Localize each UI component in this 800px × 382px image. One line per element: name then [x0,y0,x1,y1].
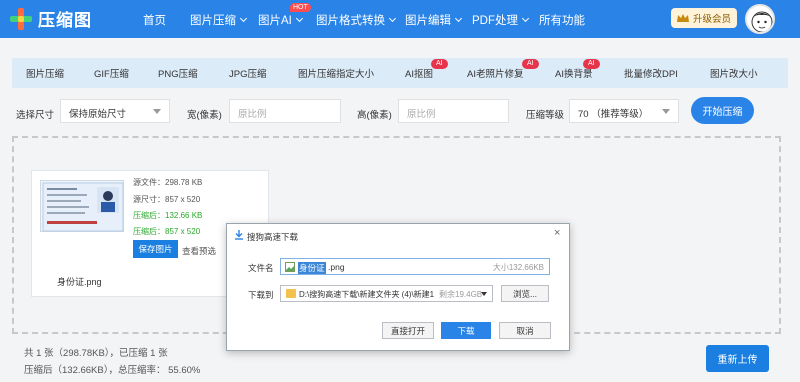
width-label: 宽(像素) [187,110,222,121]
filename-field[interactable]: 身份证 .png 大小132.66KB [280,258,550,275]
height-label: 高(像素) [357,110,392,121]
saveto-label: 下载到 [248,290,274,300]
width-input[interactable]: 原比例 [229,99,341,123]
compressed-file-size: 压缩后：132.66 KB [133,211,203,220]
brand-name: 压缩图 [38,11,92,30]
size-label: 选择尺寸 [16,110,55,121]
download-icon [235,230,243,240]
dialog-title: 搜狗高速下载 [247,232,299,242]
tab-batch-dpi[interactable]: 批量修改DPI [624,66,678,80]
source-dimensions: 源尺寸：857 x 520 [133,195,201,204]
tab-resize-image[interactable]: 图片改大小 [710,66,758,80]
dropdown-arrow-icon [153,109,161,114]
dropdown-arrow-icon [662,109,670,114]
image-thumbnail[interactable] [40,180,124,232]
save-image-button[interactable]: 保存图片 [133,240,178,258]
compressed-dimensions: 压缩后：857 x 520 [133,227,201,236]
filename-extension: .png [328,262,345,272]
download-button[interactable]: 下载 [441,322,491,339]
avatar-face-icon [751,11,773,32]
chevron-down-icon [295,14,303,23]
nav-image-edit[interactable]: 图片编辑 [405,12,463,28]
reupload-button[interactable]: 重新上传 [706,345,769,372]
nav-image-compress[interactable]: 图片压缩 [190,12,248,28]
tab-image-compress[interactable]: 图片压缩 [26,66,64,80]
open-directly-button[interactable]: 直接打开 [382,322,434,339]
upgrade-vip-button[interactable]: 升级会员 [671,8,737,28]
size-select[interactable]: 保持原始尺寸 [60,99,170,123]
nav-pdf[interactable]: PDF处理 [472,12,530,28]
chevron-down-icon [239,14,248,23]
tab-jpg-compress[interactable]: JPG压缩 [229,66,266,80]
tab-compress-to-size[interactable]: 图片压缩指定大小 [298,66,374,80]
chevron-down-icon [388,14,397,23]
ai-badge: AI [583,59,600,69]
filename-label: 文件名 [248,263,274,273]
file-size-hint: 大小132.66KB [492,263,544,272]
tab-png-compress[interactable]: PNG压缩 [158,66,198,80]
save-path: D:\搜狗高速下载\新建文件夹 (4)\新建1 [299,290,435,299]
compress-summary: 压缩后（132.66KB），总压缩率： 55.60% [24,365,201,376]
nav-all-features[interactable]: 所有功能 [539,12,585,28]
start-compress-button[interactable]: 开始压缩 [691,97,754,124]
nav-home[interactable]: 首页 [143,12,166,28]
cancel-button[interactable]: 取消 [499,322,551,339]
hot-badge: HOT [290,3,311,12]
upload-summary: 共 1 张（298.78KB），已压缩 1 张 [24,348,168,359]
nav-format-convert[interactable]: 图片格式转换 [316,12,397,28]
dropdown-arrow-icon [481,292,487,296]
filename-selected-text: 身份证 [298,262,326,274]
ai-badge: AI [431,59,448,69]
free-space: 剩余19.4GB [439,290,483,299]
image-file-icon [285,262,295,272]
chevron-down-icon [454,14,463,23]
browse-button[interactable]: 浏览... [501,285,549,302]
crown-icon [676,14,689,22]
level-label: 压缩等级 [526,110,565,121]
close-icon[interactable]: × [554,227,560,239]
id-card-image [42,182,124,232]
preview-link[interactable]: 查看预选 [182,245,216,257]
source-file-size: 源文件：298.78 KB [133,178,203,187]
logo-icon [10,7,32,30]
save-path-select[interactable]: D:\搜狗高速下载\新建文件夹 (4)\新建1 剩余19.4GB [280,285,493,302]
tab-ai-photo-restore[interactable]: AI老照片修复 [467,66,523,80]
tool-tabs: 图片压缩 GIF压缩 PNG压缩 JPG压缩 图片压缩指定大小 AI抠图 AI … [12,58,788,88]
tab-ai-cutout[interactable]: AI抠图 [405,66,433,80]
top-nav-bar: 压缩图 首页 图片压缩 图片AI HOT 图片格式转换 图片编辑 PDF处理 所… [0,0,800,38]
download-dialog: 搜狗高速下载 × 文件名 身份证 .png 大小132.66KB 下载到 D:\… [226,223,570,351]
ai-badge: AI [522,59,539,69]
logo[interactable]: 压缩图 [10,6,92,31]
level-select[interactable]: 70 （推荐等级） [569,99,679,123]
chevron-down-icon [521,14,530,23]
tab-gif-compress[interactable]: GIF压缩 [94,66,129,80]
file-name: 身份证.png [57,277,102,287]
nav-image-ai[interactable]: 图片AI [258,12,303,28]
avatar[interactable] [745,4,775,34]
height-input[interactable]: 原比例 [398,99,509,123]
folder-icon [286,289,296,298]
